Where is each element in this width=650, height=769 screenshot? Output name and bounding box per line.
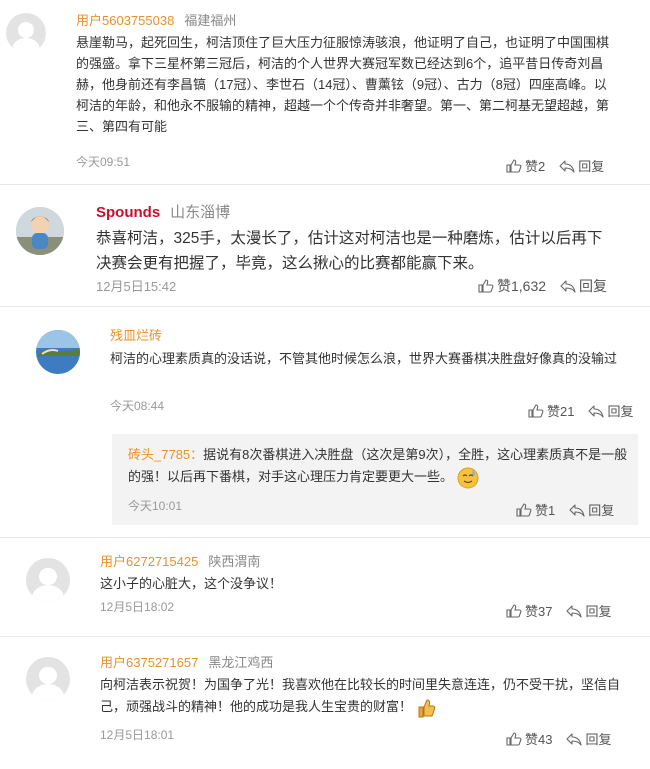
comment-actions: 赞21 回复 bbox=[528, 401, 633, 420]
reply-arrow-icon bbox=[559, 159, 575, 173]
reply-label: 回复 bbox=[579, 278, 608, 294]
timestamp: 12月5日18:02 bbox=[100, 600, 175, 614]
avatar[interactable] bbox=[36, 330, 80, 374]
divider bbox=[0, 306, 650, 307]
like-button[interactable]: 赞43 bbox=[506, 729, 552, 748]
sub-reply: 砖头_7785：据说有8次番棋进入决胜盘（这次是第9次），全胜，这心理素质真不是… bbox=[112, 434, 638, 525]
comment-header: 残皿烂砖 bbox=[110, 325, 162, 345]
username[interactable]: Spounds bbox=[96, 204, 160, 221]
divider bbox=[0, 537, 650, 538]
sweat-smile-emoji-icon bbox=[457, 467, 479, 489]
timestamp: 今天10:01 bbox=[128, 499, 183, 513]
timestamp: 今天09:51 bbox=[76, 155, 131, 169]
comment-text: 柯洁的心理素质真的没话说，不管其他时候怎么浪，世界大赛番棋决胜盘好像真的没输过 bbox=[110, 351, 618, 366]
like-count: 赞1 bbox=[535, 503, 556, 518]
comment-header: 用户5603755038 福建福州 bbox=[76, 10, 236, 30]
comment-header: 用户6375271657 黑龙江鸡西 bbox=[100, 652, 273, 672]
location: 黑龙江鸡西 bbox=[208, 655, 274, 670]
reply-button[interactable]: 回复 bbox=[559, 156, 604, 175]
reply-label: 回复 bbox=[585, 732, 612, 747]
comment-actions: 赞43 回复 bbox=[506, 729, 611, 748]
reply-arrow-icon bbox=[566, 604, 582, 618]
child-photo-icon bbox=[16, 207, 64, 255]
reply-button[interactable]: 回复 bbox=[566, 601, 611, 620]
comment-header: Spounds 山东淄博 bbox=[96, 201, 230, 222]
username[interactable]: 用户5603755038 bbox=[76, 13, 174, 28]
comment-actions: 赞1,632 回复 bbox=[478, 276, 607, 296]
timestamp: 今天08:44 bbox=[110, 399, 165, 413]
like-button[interactable]: 赞2 bbox=[506, 156, 545, 175]
like-count: 赞43 bbox=[525, 732, 553, 747]
sub-reply-actions: 赞1 回复 bbox=[516, 500, 614, 519]
thumbs-up-icon bbox=[506, 732, 522, 746]
sub-reply-text: 砖头_7785：据说有8次番棋进入决胜盘（这次是第9次），全胜，这心理素质真不是… bbox=[128, 444, 628, 489]
username[interactable]: 用户6272715425 bbox=[100, 554, 198, 569]
comment-text: 向柯洁表示祝贺！为国争了光！我喜欢他在比较长的时间里失意连连，仍不受干扰，坚信自… bbox=[100, 674, 626, 719]
avatar[interactable] bbox=[26, 657, 70, 701]
reply-button[interactable]: 回复 bbox=[569, 500, 614, 519]
reply-label: 回复 bbox=[585, 604, 612, 619]
reply-label: 回复 bbox=[588, 503, 615, 518]
comment-text: 悬崖勒马，起死回生，柯洁顶住了巨大压力征服惊涛骇浪，他证明了自己，也证明了中国围… bbox=[76, 35, 610, 134]
thumbs-up-icon bbox=[478, 279, 494, 293]
divider bbox=[0, 636, 650, 637]
comment-text: 这小子的心脏大，这个没争议！ bbox=[100, 576, 283, 591]
comment-header: 用户6272715425 陕西渭南 bbox=[100, 551, 260, 571]
reply-button[interactable]: 回复 bbox=[566, 729, 611, 748]
thumbs-up-icon bbox=[516, 503, 532, 517]
divider bbox=[0, 184, 650, 185]
sub-reply-body: 据说有8次番棋进入决胜盘（这次是第9次），全胜，这心理素质真不是一般的强！以后再… bbox=[128, 447, 628, 484]
reply-arrow-icon bbox=[588, 404, 604, 418]
thumbs-up-emoji-icon bbox=[418, 699, 435, 718]
reply-label: 回复 bbox=[578, 159, 605, 174]
timestamp: 12月5日15:42 bbox=[96, 279, 177, 294]
username[interactable]: 残皿烂砖 bbox=[110, 328, 162, 343]
thumbs-up-icon bbox=[528, 404, 544, 418]
reply-button[interactable]: 回复 bbox=[588, 401, 633, 420]
comment-text: 恭喜柯洁，325手，太漫长了，估计这对柯洁也是一种磨炼，估计以后再下决赛会更有把… bbox=[96, 230, 603, 272]
like-count: 赞21 bbox=[547, 404, 575, 419]
reply-arrow-icon bbox=[569, 503, 585, 517]
avatar[interactable] bbox=[26, 558, 70, 602]
reply-label: 回复 bbox=[607, 404, 634, 419]
like-count: 赞1,632 bbox=[497, 278, 547, 294]
timestamp: 12月5日18:01 bbox=[100, 728, 175, 742]
like-count: 赞2 bbox=[525, 159, 546, 174]
reply-button[interactable]: 回复 bbox=[560, 276, 607, 296]
comment-body: 向柯洁表示祝贺！为国争了光！我喜欢他在比较长的时间里失意连连，仍不受干扰，坚信自… bbox=[100, 677, 621, 714]
like-button[interactable]: 赞1 bbox=[516, 500, 555, 519]
avatar[interactable] bbox=[16, 207, 64, 255]
thumbs-up-icon bbox=[506, 159, 522, 173]
location: 陕西渭南 bbox=[208, 554, 261, 569]
sub-reply-username[interactable]: 砖头_7785： bbox=[128, 447, 203, 462]
like-button[interactable]: 赞21 bbox=[528, 401, 574, 420]
reply-arrow-icon bbox=[566, 732, 582, 746]
location: 山东淄博 bbox=[170, 204, 231, 221]
like-count: 赞37 bbox=[525, 604, 553, 619]
comment-actions: 赞37 回复 bbox=[506, 601, 611, 620]
landscape-photo-icon bbox=[36, 330, 80, 374]
reply-arrow-icon bbox=[560, 279, 576, 293]
avatar[interactable] bbox=[6, 13, 46, 53]
like-button[interactable]: 赞37 bbox=[506, 601, 552, 620]
username[interactable]: 用户6375271657 bbox=[100, 655, 198, 670]
like-button[interactable]: 赞1,632 bbox=[478, 276, 546, 296]
location: 福建福州 bbox=[184, 13, 237, 28]
thumbs-up-icon bbox=[506, 604, 522, 618]
comment-actions: 赞2 回复 bbox=[506, 156, 604, 175]
